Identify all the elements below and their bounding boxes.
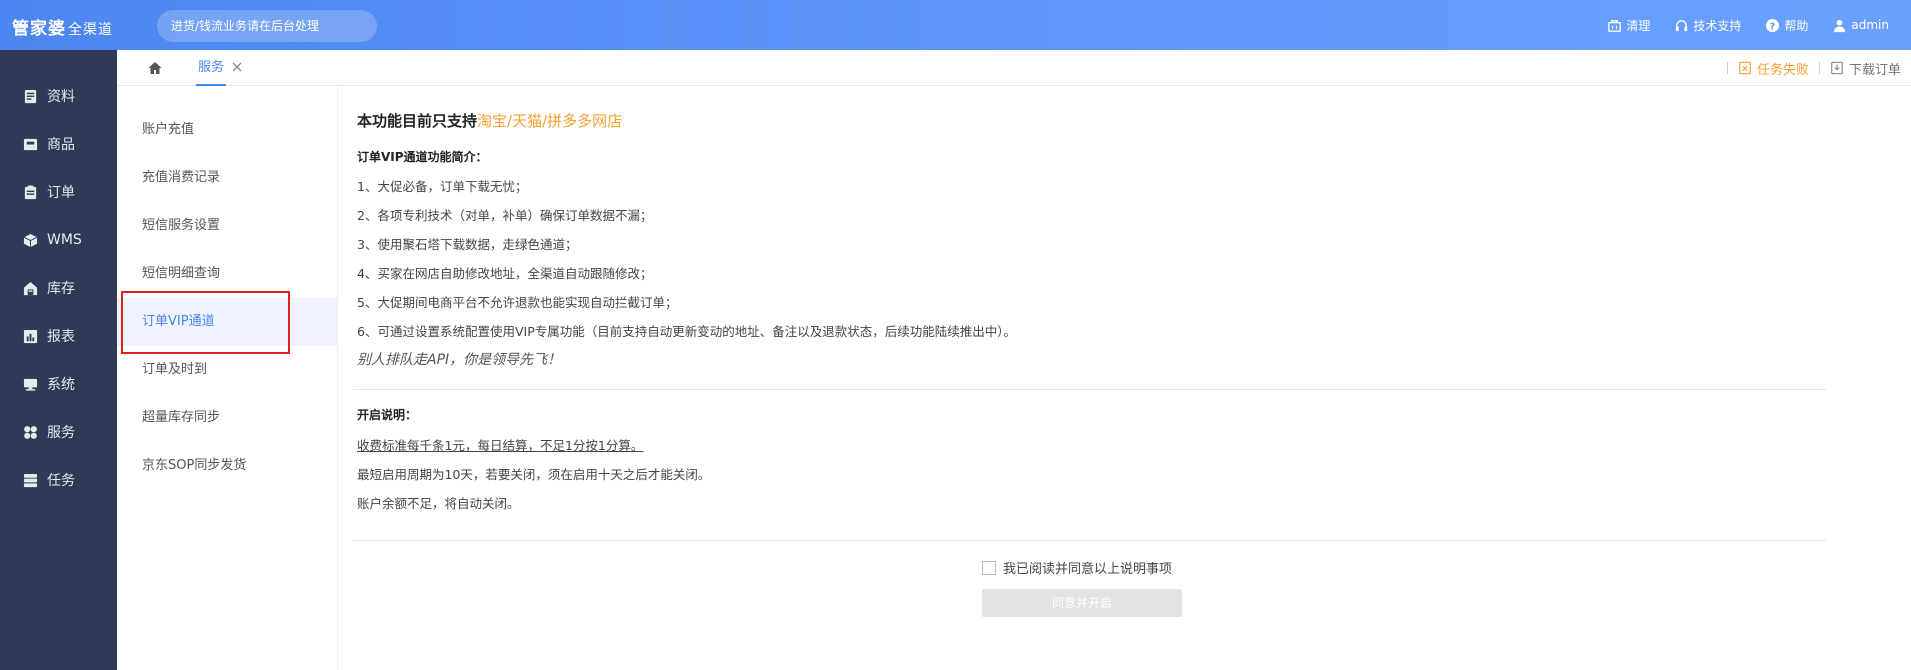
tech-support-label: 技术支持 <box>1693 18 1742 33</box>
system-icon <box>23 378 38 391</box>
slogan: 别人排队走API，你是领导先飞！ <box>357 352 562 368</box>
sidebar-item-service[interactable]: 服务 <box>0 408 117 456</box>
clear-label: 清理 <box>1626 18 1651 33</box>
sidebar-item-wms[interactable]: WMS <box>0 216 117 264</box>
sidebar-item-label: 订单 <box>47 185 75 201</box>
divider <box>1726 62 1728 74</box>
page-heading: 本功能目前只支持淘宝/天猫/拼多多网店 <box>357 110 622 131</box>
sidebar-item-system[interactable]: 系统 <box>0 360 117 408</box>
profile-icon <box>24 89 37 103</box>
username: admin <box>1851 18 1889 32</box>
intro-line: 5、大促期间电商平台不允许退款也能实现自动拦截订单； <box>357 295 678 310</box>
submenu-item-stock-sync[interactable]: 超量库存同步 <box>117 394 337 442</box>
tabs-bar: 服务 任务失败 下载订单 <box>117 50 1911 86</box>
logo-text: 管家婆 <box>12 19 66 39</box>
headset-icon <box>1676 19 1688 31</box>
intro-line: 3、使用聚石塔下载数据，走绿色通道； <box>357 237 578 252</box>
sidebar-item-label: 服务 <box>47 425 75 441</box>
highlight-box <box>121 291 290 354</box>
fee-standard: 收费标准每千条1元，每日结算，不足1分按1分算。 <box>357 438 644 453</box>
submenu-item-order-vip-channel[interactable]: 订单VIP通道 <box>117 291 337 354</box>
intro-line: 2、各项专利技术（对单，补单）确保订单数据不漏； <box>357 208 653 223</box>
task-failed-button[interactable]: 任务失败 <box>1738 59 1809 78</box>
sidebar-item-report[interactable]: 报表 <box>0 312 117 360</box>
heading-prefix: 本功能目前只支持 <box>357 112 478 130</box>
user-icon <box>1834 19 1846 32</box>
task-failed-icon <box>1739 61 1751 75</box>
download-icon <box>1831 61 1843 75</box>
main-sidebar: 资料 商品 订单 WMS 库存 报表 系统 服务 任务 <box>0 50 117 670</box>
logo-subtext: 全渠道 <box>68 22 113 38</box>
section-divider <box>353 540 1826 541</box>
open-instructions-title: 开启说明： <box>357 408 418 422</box>
task-failed-label: 任务失败 <box>1756 62 1809 78</box>
sidebar-item-label: WMS <box>47 232 82 248</box>
sidebar-item-label: 系统 <box>47 377 75 393</box>
sidebar-item-inventory[interactable]: 库存 <box>0 264 117 312</box>
inventory-icon <box>23 281 38 295</box>
clear-icon <box>1608 19 1622 32</box>
tabs-right-actions: 任务失败 下载订单 <box>1726 50 1901 86</box>
intro-title: 订单VIP通道功能简介： <box>357 150 488 164</box>
order-icon <box>24 184 37 199</box>
sidebar-item-product[interactable]: 商品 <box>0 120 117 168</box>
top-header: 管家婆 全渠道 进货/钱流业务请在后台处理 清理 技术支持 ? 帮助 admin <box>0 0 1911 50</box>
sidebar-item-task[interactable]: 任务 <box>0 456 117 504</box>
help-button[interactable]: ? 帮助 <box>1765 17 1808 34</box>
tab-service[interactable]: 服务 <box>196 50 227 86</box>
intro-line: 4、买家在网店自助修改地址，全渠道自动跟随修改； <box>357 266 653 281</box>
sidebar-item-order[interactable]: 订单 <box>0 168 117 216</box>
sidebar-item-label: 报表 <box>47 329 75 345</box>
sidebar-item-label: 资料 <box>47 89 75 105</box>
submenu-item-recharge-records[interactable]: 充值消费记录 <box>117 154 337 202</box>
report-icon <box>23 329 38 343</box>
agree-label: 我已阅读并同意以上说明事项 <box>1003 562 1173 577</box>
home-icon[interactable] <box>147 60 163 76</box>
agree-checkbox-row[interactable]: 我已阅读并同意以上说明事项 <box>982 558 1172 577</box>
header-actions: 清理 技术支持 ? 帮助 admin <box>1607 0 1889 50</box>
intro-line: 6、可通过设置系统配置使用VIP专属功能（目前支持自动更新变动的地址、备注以及退… <box>357 324 1016 339</box>
divider <box>1818 62 1820 74</box>
submenu-item-account-recharge[interactable]: 账户充值 <box>117 106 337 154</box>
sidebar-item-profile[interactable]: 资料 <box>0 72 117 120</box>
intro-line: 1、大促必备，订单下载无忧； <box>357 179 528 194</box>
download-orders-button[interactable]: 下载订单 <box>1830 59 1901 78</box>
notice-banner[interactable]: 进货/钱流业务请在后台处理 <box>157 10 377 42</box>
wms-icon <box>23 233 38 247</box>
close-icon[interactable] <box>229 59 245 75</box>
help-icon: ? <box>1766 18 1780 32</box>
submenu-item-jd-sop-shipping[interactable]: 京东SOP同步发货 <box>117 442 337 490</box>
service-icon <box>24 425 37 439</box>
app-logo[interactable]: 管家婆 全渠道 <box>12 14 113 39</box>
agree-enable-button[interactable]: 同意并开启 <box>982 589 1182 617</box>
product-icon <box>23 138 38 150</box>
svg-text:?: ? <box>1770 21 1775 32</box>
download-orders-label: 下载订单 <box>1848 62 1901 78</box>
sidebar-item-label: 库存 <box>47 281 75 297</box>
user-menu[interactable]: admin <box>1832 18 1889 33</box>
sidebar-item-label: 商品 <box>47 137 75 153</box>
balance-note: 账户余额不足，将自动关闭。 <box>357 496 520 511</box>
submenu-item-order-timely[interactable]: 订单及时到 <box>117 346 337 394</box>
service-submenu: 账户充值 充值消费记录 短信服务设置 短信明细查询 订单VIP通道 订单及时到 … <box>117 86 338 670</box>
agree-checkbox[interactable] <box>982 560 996 575</box>
heading-highlight: 淘宝/天猫/拼多多网店 <box>477 112 623 130</box>
clear-button[interactable]: 清理 <box>1607 17 1650 34</box>
tech-support-button[interactable]: 技术支持 <box>1674 17 1741 34</box>
min-period-note: 最短启用周期为10天，若要关闭，须在启用十天之后才能关闭。 <box>357 467 711 482</box>
sidebar-item-label: 任务 <box>47 473 75 489</box>
submenu-item-sms-settings[interactable]: 短信服务设置 <box>117 202 337 250</box>
section-divider <box>353 389 1826 390</box>
help-label: 帮助 <box>1784 18 1809 33</box>
task-icon <box>23 473 38 487</box>
main-content: 本功能目前只支持淘宝/天猫/拼多多网店 订单VIP通道功能简介： 1、大促必备，… <box>339 86 1911 670</box>
